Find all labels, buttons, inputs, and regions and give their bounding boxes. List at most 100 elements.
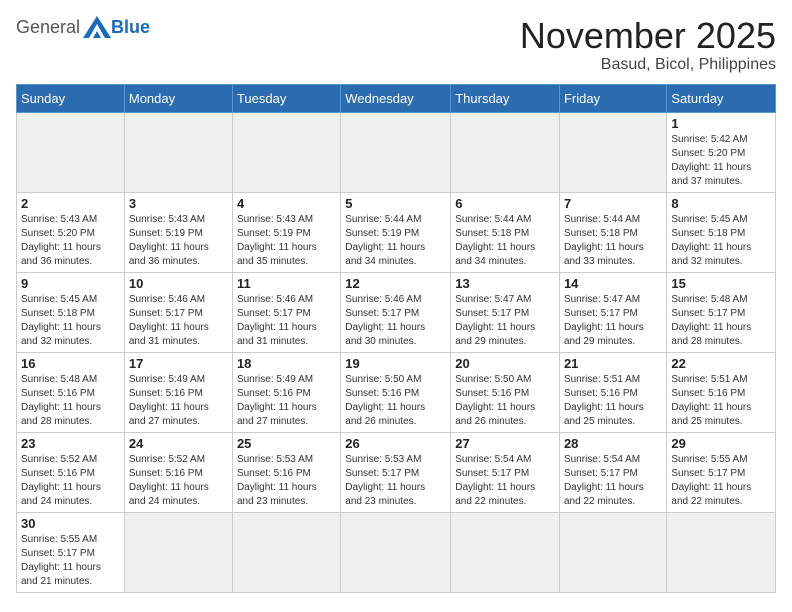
- calendar-cell: 2Sunrise: 5:43 AM Sunset: 5:20 PM Daylig…: [17, 192, 125, 272]
- day-info: Sunrise: 5:55 AM Sunset: 5:17 PM Dayligh…: [21, 533, 120, 589]
- calendar-cell: [124, 512, 232, 592]
- calendar-cell: 28Sunrise: 5:54 AM Sunset: 5:17 PM Dayli…: [559, 432, 666, 512]
- day-info: Sunrise: 5:44 AM Sunset: 5:18 PM Dayligh…: [455, 213, 555, 269]
- day-number: 11: [237, 276, 336, 291]
- title-area: November 2025 Basud, Bicol, Philippines: [520, 16, 776, 74]
- day-info: Sunrise: 5:54 AM Sunset: 5:17 PM Dayligh…: [455, 453, 555, 509]
- day-number: 24: [129, 436, 228, 451]
- day-number: 21: [564, 356, 662, 371]
- header: General Blue November 2025 Basud, Bicol,…: [16, 16, 776, 74]
- calendar-cell: 11 Sunrise: 5:46 AM Sunset: 5:17 PM Dayli…: [232, 272, 340, 352]
- day-number: 3: [129, 196, 228, 211]
- calendar-cell: 4 Sunrise: 5:43 AM Sunset: 5:19 PM Daylig…: [232, 192, 340, 272]
- weekday-header-row: SundayMondayTuesdayWednesdayThursdayFrid…: [17, 84, 776, 112]
- day-number: 16: [21, 356, 120, 371]
- day-number: 23: [21, 436, 120, 451]
- day-info: Sunrise: 5:46 AM Sunset: 5:17 PM Dayligh…: [345, 293, 446, 349]
- day-number: 2: [21, 196, 120, 211]
- week-row-3: 9Sunrise: 5:45 AM Sunset: 5:18 PM Daylig…: [17, 272, 776, 352]
- weekday-header-tuesday: Tuesday: [232, 84, 340, 112]
- day-number: 5: [345, 196, 446, 211]
- day-info: Sunrise: 5:51 AM Sunset: 5:16 PM Dayligh…: [671, 373, 771, 429]
- day-number: 10: [129, 276, 228, 291]
- week-row-5: 23Sunrise: 5:52 AM Sunset: 5:16 PM Dayli…: [17, 432, 776, 512]
- day-number: 1: [671, 116, 771, 131]
- calendar-cell: 14 Sunrise: 5:47 AM Sunset: 5:17 PM Dayli…: [559, 272, 666, 352]
- day-number: 14: [564, 276, 662, 291]
- weekday-header-thursday: Thursday: [451, 84, 560, 112]
- logo: General Blue: [16, 16, 150, 38]
- weekday-header-friday: Friday: [559, 84, 666, 112]
- day-number: 30: [21, 516, 120, 531]
- day-info: Sunrise: 5:53 AM Sunset: 5:16 PM Dayligh…: [237, 453, 336, 509]
- weekday-header-wednesday: Wednesday: [341, 84, 451, 112]
- calendar-cell: 30 Sunrise: 5:55 AM Sunset: 5:17 PM Dayli…: [17, 512, 125, 592]
- calendar-cell: 12 Sunrise: 5:46 AM Sunset: 5:17 PM Dayli…: [341, 272, 451, 352]
- calendar-cell: 7Sunrise: 5:44 AM Sunset: 5:18 PM Daylig…: [559, 192, 666, 272]
- day-info: Sunrise: 5:45 AM Sunset: 5:18 PM Dayligh…: [671, 213, 771, 269]
- month-title: November 2025: [520, 16, 776, 56]
- calendar-cell: [451, 112, 560, 192]
- day-info: Sunrise: 5:48 AM Sunset: 5:16 PM Dayligh…: [21, 373, 120, 429]
- day-info: Sunrise: 5:50 AM Sunset: 5:16 PM Dayligh…: [345, 373, 446, 429]
- day-info: Sunrise: 5:46 AM Sunset: 5:17 PM Dayligh…: [129, 293, 228, 349]
- day-number: 19: [345, 356, 446, 371]
- weekday-header-saturday: Saturday: [667, 84, 776, 112]
- logo-general-text: General: [16, 17, 80, 38]
- calendar-cell: [124, 112, 232, 192]
- calendar-cell: 1 Sunrise: 5:42 AM Sunset: 5:20 PM Daylig…: [667, 112, 776, 192]
- day-info: Sunrise: 5:44 AM Sunset: 5:19 PM Dayligh…: [345, 213, 446, 269]
- calendar-cell: [232, 512, 340, 592]
- calendar-cell: [451, 512, 560, 592]
- week-row-1: 1 Sunrise: 5:42 AM Sunset: 5:20 PM Daylig…: [17, 112, 776, 192]
- calendar-cell: 8 Sunrise: 5:45 AM Sunset: 5:18 PM Daylig…: [667, 192, 776, 272]
- day-number: 28: [564, 436, 662, 451]
- day-number: 8: [671, 196, 771, 211]
- calendar-cell: 26Sunrise: 5:53 AM Sunset: 5:17 PM Dayli…: [341, 432, 451, 512]
- calendar-cell: 29 Sunrise: 5:55 AM Sunset: 5:17 PM Dayli…: [667, 432, 776, 512]
- day-info: Sunrise: 5:46 AM Sunset: 5:17 PM Dayligh…: [237, 293, 336, 349]
- calendar-cell: 16 Sunrise: 5:48 AM Sunset: 5:16 PM Dayli…: [17, 352, 125, 432]
- day-number: 22: [671, 356, 771, 371]
- day-number: 6: [455, 196, 555, 211]
- calendar-cell: 3 Sunrise: 5:43 AM Sunset: 5:19 PM Daylig…: [124, 192, 232, 272]
- calendar-cell: 9Sunrise: 5:45 AM Sunset: 5:18 PM Daylig…: [17, 272, 125, 352]
- day-number: 18: [237, 356, 336, 371]
- day-number: 9: [21, 276, 120, 291]
- calendar-cell: 23Sunrise: 5:52 AM Sunset: 5:16 PM Dayli…: [17, 432, 125, 512]
- day-info: Sunrise: 5:42 AM Sunset: 5:20 PM Dayligh…: [671, 133, 771, 189]
- day-info: Sunrise: 5:43 AM Sunset: 5:19 PM Dayligh…: [237, 213, 336, 269]
- day-info: Sunrise: 5:47 AM Sunset: 5:17 PM Dayligh…: [455, 293, 555, 349]
- calendar-cell: 25Sunrise: 5:53 AM Sunset: 5:16 PM Dayli…: [232, 432, 340, 512]
- day-number: 20: [455, 356, 555, 371]
- calendar-cell: 15Sunrise: 5:48 AM Sunset: 5:17 PM Dayli…: [667, 272, 776, 352]
- day-number: 7: [564, 196, 662, 211]
- calendar-cell: [232, 112, 340, 192]
- day-number: 29: [671, 436, 771, 451]
- week-row-6: 30 Sunrise: 5:55 AM Sunset: 5:17 PM Dayli…: [17, 512, 776, 592]
- location-title: Basud, Bicol, Philippines: [520, 56, 776, 74]
- calendar-cell: 18Sunrise: 5:49 AM Sunset: 5:16 PM Dayli…: [232, 352, 340, 432]
- weekday-header-sunday: Sunday: [17, 84, 125, 112]
- calendar-cell: [559, 112, 666, 192]
- calendar-cell: 20 Sunrise: 5:50 AM Sunset: 5:16 PM Dayli…: [451, 352, 560, 432]
- day-number: 26: [345, 436, 446, 451]
- day-info: Sunrise: 5:51 AM Sunset: 5:16 PM Dayligh…: [564, 373, 662, 429]
- day-info: Sunrise: 5:50 AM Sunset: 5:16 PM Dayligh…: [455, 373, 555, 429]
- weekday-header-monday: Monday: [124, 84, 232, 112]
- day-info: Sunrise: 5:43 AM Sunset: 5:19 PM Dayligh…: [129, 213, 228, 269]
- calendar-cell: [17, 112, 125, 192]
- logo-blue-text: Blue: [111, 17, 150, 38]
- day-info: Sunrise: 5:47 AM Sunset: 5:17 PM Dayligh…: [564, 293, 662, 349]
- day-number: 12: [345, 276, 446, 291]
- day-number: 4: [237, 196, 336, 211]
- calendar-cell: 19 Sunrise: 5:50 AM Sunset: 5:16 PM Dayli…: [341, 352, 451, 432]
- day-number: 13: [455, 276, 555, 291]
- day-number: 15: [671, 276, 771, 291]
- calendar-cell: 27Sunrise: 5:54 AM Sunset: 5:17 PM Dayli…: [451, 432, 560, 512]
- calendar-cell: 6 Sunrise: 5:44 AM Sunset: 5:18 PM Daylig…: [451, 192, 560, 272]
- calendar-cell: [559, 512, 666, 592]
- calendar-cell: [341, 112, 451, 192]
- day-info: Sunrise: 5:55 AM Sunset: 5:17 PM Dayligh…: [671, 453, 771, 509]
- day-info: Sunrise: 5:49 AM Sunset: 5:16 PM Dayligh…: [129, 373, 228, 429]
